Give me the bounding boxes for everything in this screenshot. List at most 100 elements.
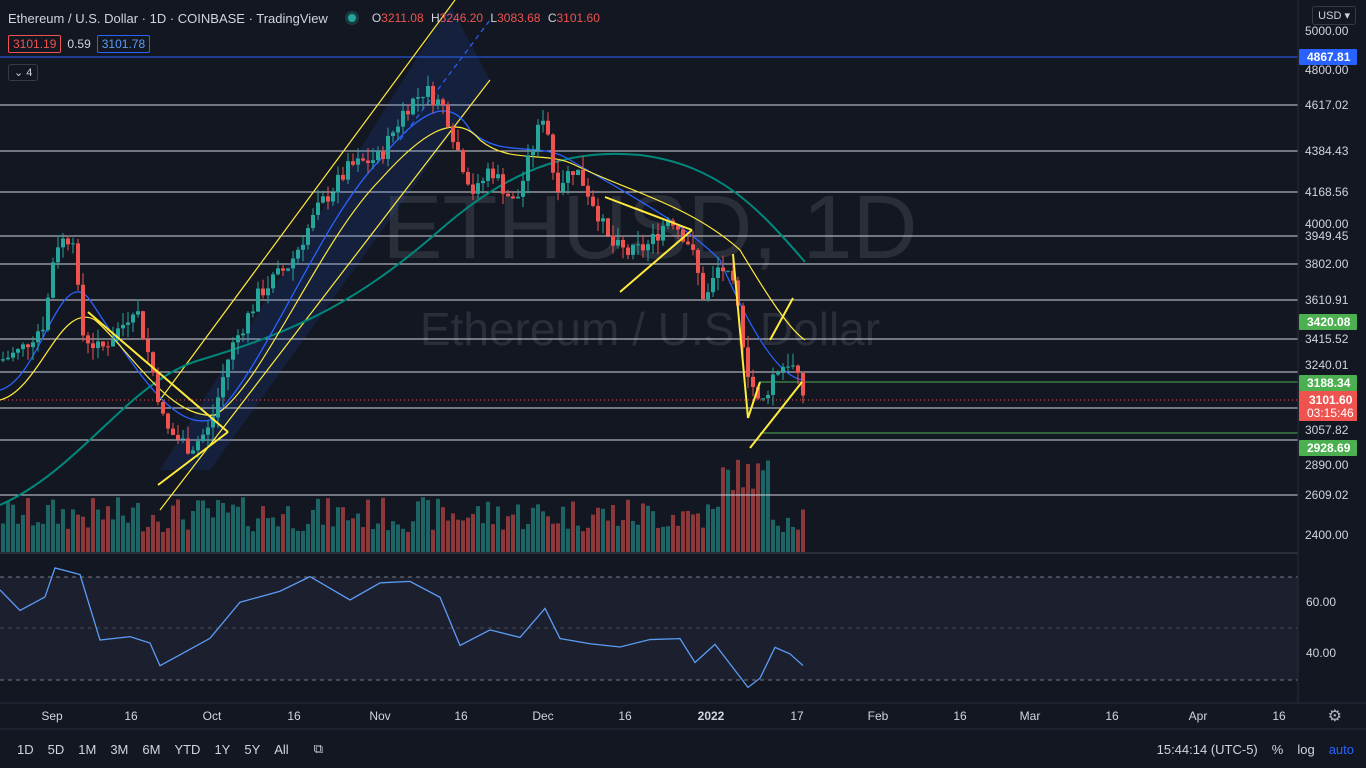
candle-body <box>141 311 145 340</box>
candle-body <box>301 244 305 250</box>
percent-toggle[interactable]: % <box>1272 742 1284 757</box>
candle-body <box>626 247 630 255</box>
timeframe-all[interactable]: All <box>267 742 295 757</box>
candle-body <box>696 249 700 273</box>
volume-bar <box>531 507 535 552</box>
volume-bar <box>271 517 275 552</box>
indicators-toggle[interactable]: ⌄ 4 <box>8 64 39 81</box>
candle-body <box>261 288 265 296</box>
candle-body <box>541 120 545 125</box>
candle-body <box>546 120 550 135</box>
timeframe-ytd[interactable]: YTD <box>167 742 207 757</box>
candle-body <box>456 142 460 151</box>
clock[interactable]: 15:44:14 (UTC-5) <box>1157 742 1258 757</box>
candle-body <box>721 267 725 272</box>
volume-bar <box>16 523 20 552</box>
volume-bar <box>191 510 195 552</box>
candle-body <box>411 98 415 115</box>
auto-toggle[interactable]: auto <box>1329 742 1354 757</box>
volume-bar <box>141 531 145 552</box>
volume-bar <box>791 526 795 552</box>
candle-body <box>651 234 655 245</box>
candle-body <box>16 349 20 353</box>
volume-bar <box>711 508 715 552</box>
time-tick-label: 2022 <box>698 709 725 723</box>
volume-bar <box>566 528 570 552</box>
candle-body <box>316 202 320 215</box>
volume-bar <box>331 526 335 552</box>
candle-body <box>631 244 635 255</box>
timeframe-5d[interactable]: 5D <box>41 742 72 757</box>
calendar-icon[interactable]: ⧉ <box>314 741 323 757</box>
candle-body <box>71 243 75 245</box>
candle-body <box>566 171 570 183</box>
candle-body <box>346 161 350 180</box>
currency-selector[interactable]: USD ▾ <box>1312 6 1356 25</box>
volume-bar <box>61 509 65 552</box>
chart-canvas[interactable]: ETHUSD, 1D Ethereum / U.S. Dollar 5000.0… <box>0 0 1366 768</box>
volume-bar <box>246 526 250 552</box>
volume-bar <box>421 497 425 552</box>
open-label: O <box>371 11 382 25</box>
volume-bar <box>491 524 495 552</box>
candle-body <box>636 244 640 246</box>
volume-bar <box>6 501 10 552</box>
candle-body <box>206 427 210 435</box>
timeframe-5y[interactable]: 5Y <box>237 742 267 757</box>
volume-bar <box>501 529 505 552</box>
candle-body <box>781 366 785 372</box>
timeframe-1d[interactable]: 1D <box>10 742 41 757</box>
candle-body <box>46 297 50 330</box>
volume-bar <box>66 528 70 552</box>
volume-bar <box>236 506 240 552</box>
volume-bar <box>161 531 165 552</box>
symbol-header[interactable]: Ethereum / U.S. Dollar · 1D · COINBASE ·… <box>8 8 604 28</box>
volume-bar <box>596 507 600 552</box>
gear-icon[interactable]: ⚙ <box>1328 706 1342 726</box>
volume-bar <box>251 531 255 552</box>
candle-body <box>81 284 85 336</box>
svg-text:03:15:46: 03:15:46 <box>1307 406 1354 420</box>
timeframe-1m[interactable]: 1M <box>71 742 103 757</box>
bid-price[interactable]: 3101.19 <box>8 35 62 53</box>
timeframe-3m[interactable]: 3M <box>103 742 135 757</box>
candle-body <box>701 272 705 300</box>
log-toggle[interactable]: log <box>1297 742 1314 757</box>
candle-body <box>56 247 60 263</box>
candle-body <box>131 314 135 323</box>
candle-body <box>576 169 580 176</box>
timeframe-1y[interactable]: 1Y <box>207 742 237 757</box>
candle-body <box>616 239 620 246</box>
timeframe-6m[interactable]: 6M <box>135 742 167 757</box>
candle-body <box>166 413 170 429</box>
ask-price[interactable]: 3101.78 <box>96 35 151 53</box>
volume-bar <box>86 527 90 552</box>
volume-bar <box>366 499 370 552</box>
price-tick-label: 2890.00 <box>1305 458 1349 472</box>
candle-body <box>186 438 190 454</box>
candle-body <box>416 97 420 99</box>
candle-body <box>471 184 475 194</box>
time-tick-label: 16 <box>953 709 967 723</box>
symbol-title[interactable]: Ethereum / U.S. Dollar · 1D · COINBASE ·… <box>8 11 328 26</box>
candle-body <box>146 339 150 353</box>
volume-bar <box>91 498 95 552</box>
volume-bar <box>46 504 50 552</box>
candle-body <box>501 174 505 194</box>
volume-bar <box>706 504 710 552</box>
candle-body <box>466 172 470 185</box>
candle-body <box>311 214 315 229</box>
candle-body <box>451 126 455 143</box>
price-tick-label: 5000.00 <box>1305 24 1349 38</box>
time-axis[interactable]: Sep 16 Oct 16 Nov 16 Dec 16 2022 17 Feb 16 Mar 16 Apr 1… <box>41 709 1286 723</box>
volume-bar <box>431 529 435 552</box>
volume-bar <box>671 514 675 552</box>
price-tick-label: 4384.43 <box>1305 144 1349 158</box>
candle-body <box>516 196 520 199</box>
candle-body <box>396 126 400 133</box>
volume-bar <box>11 504 15 552</box>
candle-body <box>641 244 645 251</box>
volume-bar <box>751 488 755 552</box>
volume-bar <box>451 513 455 552</box>
price-axis[interactable]: 5000.004800.004617.024384.434168.564000.… <box>1299 24 1357 660</box>
